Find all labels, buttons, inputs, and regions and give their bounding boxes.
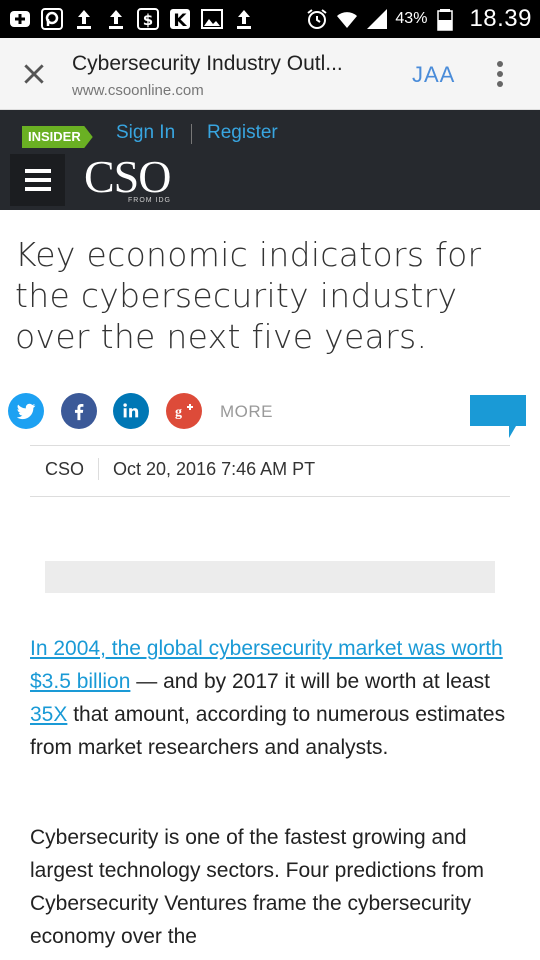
wifi-icon xyxy=(335,7,359,31)
sign-in-link[interactable]: Sign In xyxy=(116,122,175,144)
ad-placeholder xyxy=(45,561,495,593)
register-link[interactable]: Register xyxy=(207,122,278,144)
logo-subtitle: FROM IDG xyxy=(128,197,171,204)
comment-bubble-icon xyxy=(470,395,526,438)
svg-text:g: g xyxy=(175,405,182,420)
browser-toolbar: Cybersecurity Industry Outl... www.csoon… xyxy=(0,38,540,110)
menu-line xyxy=(24,169,51,173)
paragraph-text: that amount, according to numerous estim… xyxy=(30,703,506,759)
dot-icon xyxy=(497,61,503,67)
signal-icon xyxy=(365,7,389,31)
article-headline: Key economic indicators for the cybersec… xyxy=(15,235,482,356)
menu-line xyxy=(24,187,51,191)
share-more-button[interactable]: MORE xyxy=(220,402,273,422)
battery-percent: 43% xyxy=(395,10,428,27)
dollar-badge-icon: $ xyxy=(136,7,160,31)
dot-icon xyxy=(497,71,503,77)
svg-text:$: $ xyxy=(143,11,153,29)
google-plus-icon: g xyxy=(175,404,193,420)
35x-link[interactable]: 35X xyxy=(30,703,67,726)
battery-icon xyxy=(433,7,457,31)
page-url: www.csoonline.com xyxy=(72,82,204,99)
upload-icon xyxy=(72,7,96,31)
twitter-icon xyxy=(16,403,36,420)
cso-logo[interactable]: CSO xyxy=(84,154,171,200)
close-icon xyxy=(24,64,44,84)
insider-badge[interactable]: INSIDER xyxy=(22,126,93,148)
google-plus-share-button[interactable]: g xyxy=(166,393,202,429)
close-tab-button[interactable] xyxy=(18,58,50,90)
divider xyxy=(30,445,510,446)
page-title: Cybersecurity Industry Outl... xyxy=(72,52,343,75)
linkedin-icon xyxy=(123,403,139,418)
k-badge-icon: K xyxy=(168,7,192,31)
clock: 18.39 xyxy=(469,5,532,32)
divider xyxy=(191,124,192,144)
linkedin-share-button[interactable] xyxy=(113,393,149,429)
byline-date: Oct 20, 2016 7:46 AM PT xyxy=(113,458,316,479)
share-bar: g MORE xyxy=(8,393,532,438)
upload-icon xyxy=(104,7,128,31)
image-icon xyxy=(200,7,224,31)
twitter-share-button[interactable] xyxy=(8,393,44,429)
svg-text:K: K xyxy=(173,11,187,31)
facebook-share-button[interactable] xyxy=(61,393,97,429)
add-box-icon xyxy=(8,7,32,31)
p-badge-icon xyxy=(40,7,64,31)
article-byline: CSO Oct 20, 2016 7:46 AM PT xyxy=(45,458,315,480)
comments-button[interactable] xyxy=(470,395,526,439)
article-paragraph: Cybersecurity is one of the fastest grow… xyxy=(30,826,485,948)
hamburger-menu-button[interactable] xyxy=(10,154,65,206)
divider xyxy=(98,458,100,480)
facebook-icon xyxy=(74,403,84,421)
divider xyxy=(30,496,510,497)
menu-line xyxy=(24,178,51,182)
status-bar: $ K 43% 18.39 xyxy=(0,0,540,38)
byline-author[interactable]: CSO xyxy=(45,459,84,480)
overflow-menu-button[interactable] xyxy=(492,58,508,90)
paragraph-text: — and by 2017 it will be worth at least xyxy=(130,670,490,693)
dot-icon xyxy=(497,81,503,87)
site-header: INSIDER Sign In Register CSO FROM IDG xyxy=(0,110,540,210)
upload-icon xyxy=(232,7,256,31)
alarm-icon xyxy=(305,7,329,31)
article-paragraph: In 2004, the global cybersecurity market… xyxy=(30,632,514,764)
jaa-button[interactable]: JAA xyxy=(412,62,455,88)
notification-icons: $ K xyxy=(8,7,256,31)
